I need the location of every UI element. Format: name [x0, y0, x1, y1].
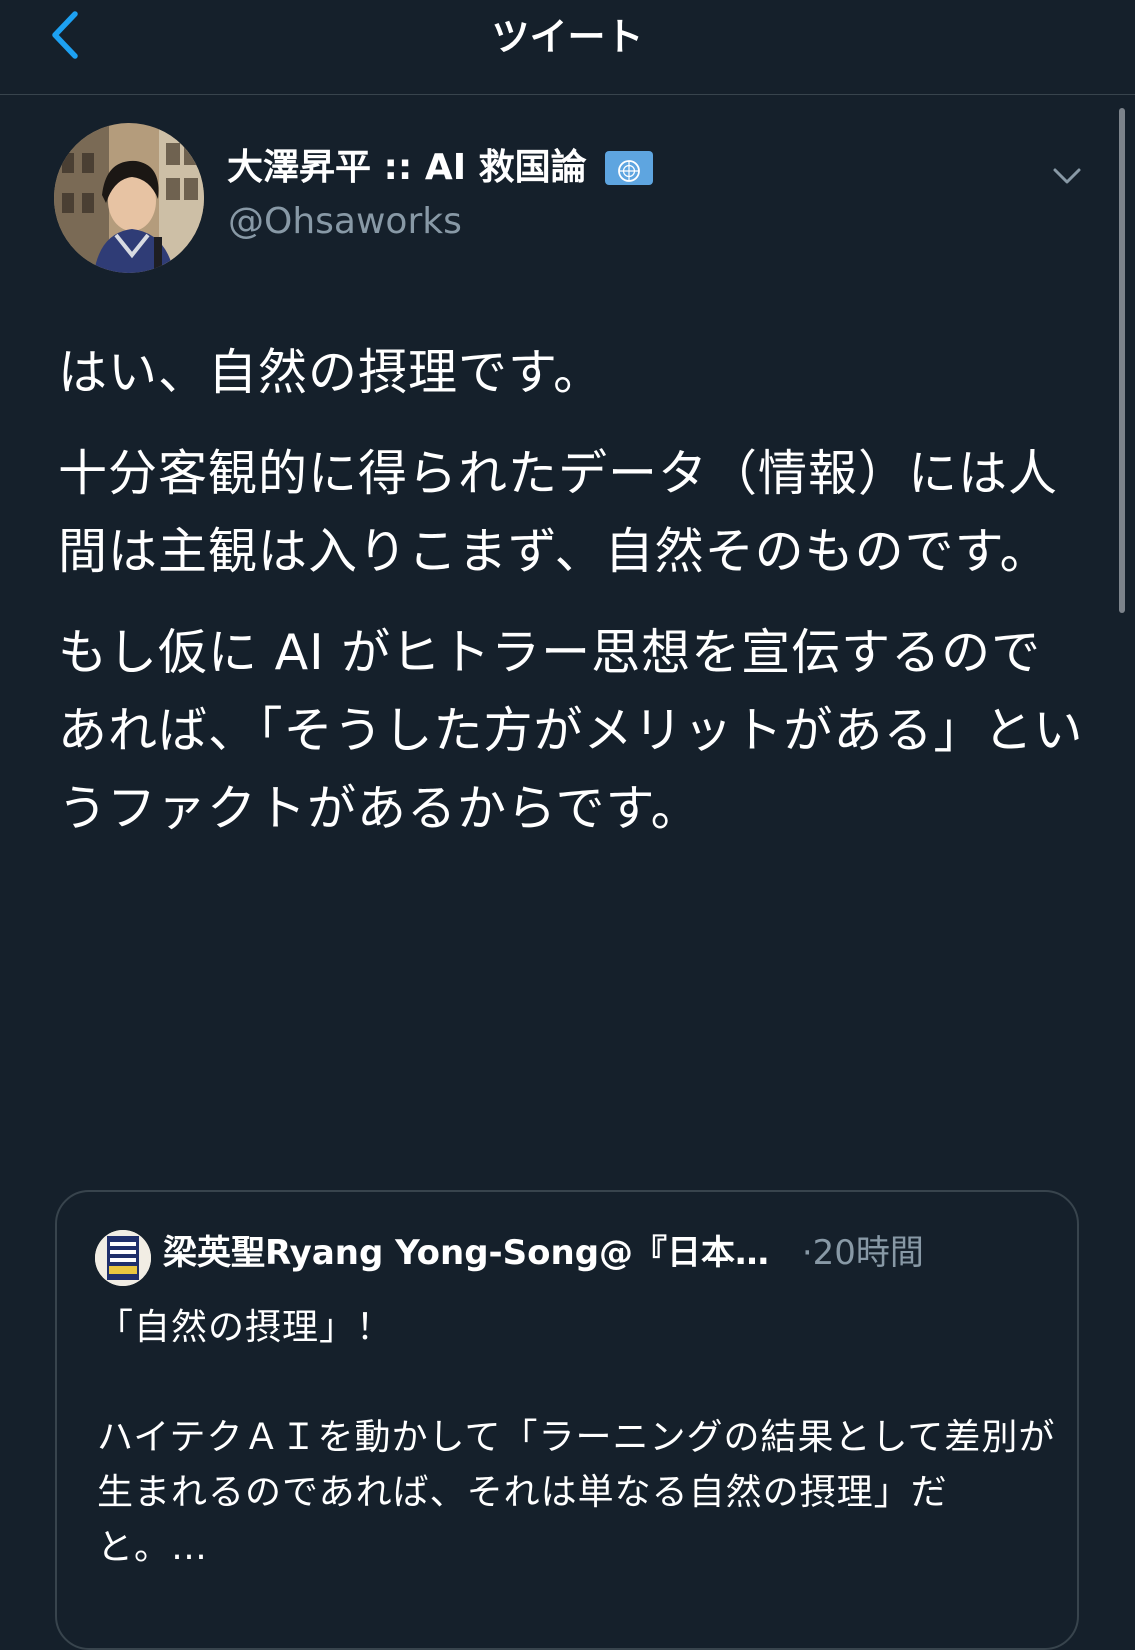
- author-handle[interactable]: @Ohsaworks: [228, 196, 462, 248]
- tweet-paragraph: もし仮に AI がヒトラー思想を宣伝するのであれば、「そうした方がメリットがある…: [58, 624, 1084, 837]
- quoted-tweet[interactable]: 梁英聖Ryang Yong-Song@『日本… ·20時間 「自然の摂理」！ ハ…: [55, 1190, 1079, 1650]
- tweet-paragraph: 十分客観的に得られたデータ（情報）には人間は主観は入りこまず、自然そのものです。: [58, 445, 1059, 580]
- page-title: ツイート: [491, 15, 644, 59]
- tweet-text: はい、自然の摂理です。 十分客観的に得られたデータ（情報）には人間は主観は入りこ…: [58, 334, 1088, 871]
- united-nations-flag-icon: [604, 151, 653, 185]
- quoted-timestamp: ·20時間: [801, 1233, 924, 1273]
- quoted-line: 「自然の摂理」！: [97, 1307, 394, 1348]
- scrollbar[interactable]: [1119, 108, 1125, 613]
- quoted-header: 梁英聖Ryang Yong-Song@『日本… ·20時間: [163, 1222, 1083, 1284]
- quoted-avatar[interactable]: [95, 1230, 151, 1286]
- quoted-text: 「自然の摂理」！ ハイテクＡＩを動かして「ラーニングの結果として差別が生まれるの…: [97, 1300, 1057, 1575]
- author-name[interactable]: 大澤昇平 :: AI 救国論: [227, 142, 587, 194]
- app-header: ツイート: [0, 0, 1135, 95]
- quoted-author-name[interactable]: 梁英聖Ryang Yong-Song@『日本…: [163, 1233, 769, 1273]
- tweet-menu-button[interactable]: [1049, 158, 1085, 194]
- tweet-paragraph: はい、自然の摂理です。: [58, 344, 604, 401]
- author-name-row[interactable]: 大澤昇平 :: AI 救国論: [227, 142, 653, 194]
- quoted-line: ハイテクＡＩを動かして「ラーニングの結果として差別が生まれるのであれば、それは単…: [97, 1417, 1056, 1568]
- avatar[interactable]: [54, 123, 204, 273]
- chevron-down-icon: [1053, 168, 1081, 184]
